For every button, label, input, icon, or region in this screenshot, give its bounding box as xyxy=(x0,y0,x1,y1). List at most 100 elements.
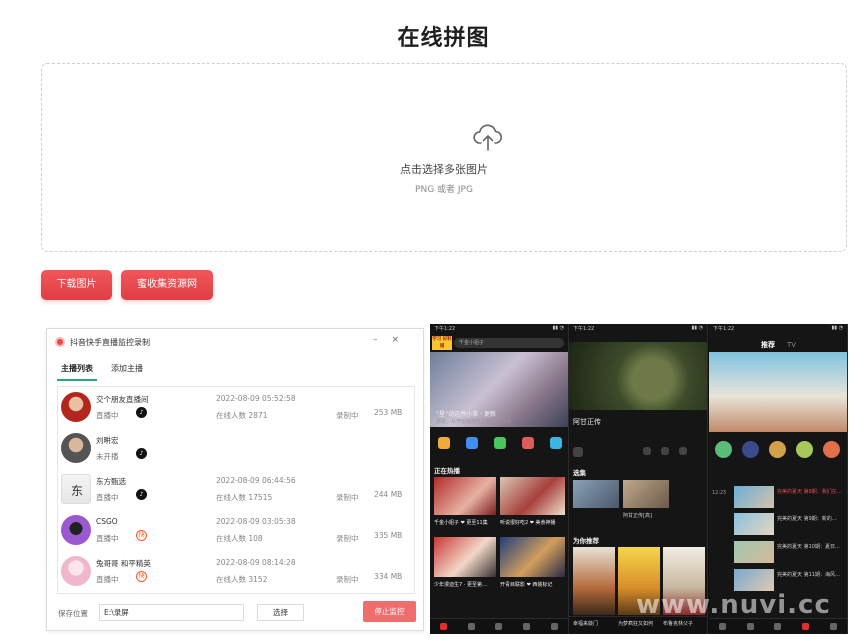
streamer-status: 直播中 xyxy=(96,534,119,543)
video-thumb xyxy=(500,537,565,577)
app-logo-icon xyxy=(55,337,65,347)
file-size: 244 MB xyxy=(374,490,403,499)
status-bar: 下午1:22 ▮▮ ◔ xyxy=(713,325,843,332)
avatar xyxy=(61,392,91,422)
streamer-name: 东方甄选 xyxy=(96,477,126,486)
save-location-label: 保存位置 xyxy=(58,609,88,618)
poster-title: 为梦疯狂又如何 xyxy=(618,621,654,627)
tab-streamer-list: 主播列表 xyxy=(57,361,97,381)
window-controls: –× xyxy=(373,335,413,345)
streamer-name: 交个朋友直播间 xyxy=(96,395,149,404)
record-status: 录制中 xyxy=(336,493,359,502)
section-title: 为你推荐 xyxy=(573,537,599,545)
dropzone-hint-text: PNG 或者 JPG xyxy=(415,185,473,195)
episode-thumb xyxy=(623,480,669,508)
douyin-icon: ♪ xyxy=(136,407,147,418)
section-title: 正在热播 xyxy=(434,467,460,475)
avatar xyxy=(61,556,91,586)
dropzone-main-text: 点击选择多张图片 xyxy=(400,163,488,176)
streamer-status: 直播中 xyxy=(96,493,119,502)
video-title: 阿甘正传 xyxy=(573,418,601,426)
close-icon: × xyxy=(391,335,413,345)
svg-text:东: 东 xyxy=(71,484,83,498)
window-footer: 保存位置 E:\录屏 选择 停止监控 xyxy=(57,601,417,623)
episode-title: 完美的夏天 第10期：夏日… xyxy=(777,544,840,550)
viewer-count: 在线人数 2871 xyxy=(216,411,268,420)
douyin-icon: ♪ xyxy=(136,448,147,459)
video-thumb xyxy=(434,477,496,515)
banner-subline: 源泉，从开始就散开之前晚一节课 xyxy=(436,419,512,425)
avatar: 东 xyxy=(61,474,91,504)
video-title: 听说很好吃2 ❤ 美食神播 xyxy=(500,520,556,526)
list-item: 交个朋友直播间 直播中 ♪ 2022-08-09 05:52:58 在线人数 2… xyxy=(58,387,414,428)
page-title: 在线拼图 xyxy=(397,26,490,51)
episode-title: 完美的夏天 第11期：海风… xyxy=(777,572,840,578)
kuaishou-icon: 快 xyxy=(136,571,147,582)
video-title: 开青目联影 ❤ 西装标记 xyxy=(500,582,553,588)
viewer-count: 在线人数 108 xyxy=(216,534,263,543)
stop-monitor-button: 停止监控 xyxy=(363,601,416,622)
image-upload-dropzone[interactable]: 点击选择多张图片 PNG 或者 JPG xyxy=(41,63,847,252)
viewer-count: 在线人数 3152 xyxy=(216,575,268,584)
streamer-status: 直播中 xyxy=(96,575,119,584)
download-image-button[interactable]: 下载图片 xyxy=(41,270,112,300)
poster-title: 布鲁克林父子 xyxy=(663,621,694,627)
list-item: 兔哥哥 和平精英 直播中 快 2022-08-09 08:14:28 在线人数 … xyxy=(58,551,414,592)
movie-poster xyxy=(573,547,615,615)
record-status: 录制中 xyxy=(336,534,359,543)
status-bar: 下午1:22 ▮▮ ◔ xyxy=(434,325,564,332)
search-bar: 千金小姐子 xyxy=(454,338,564,348)
list-item: 刘畊宏 未开播 ♪ xyxy=(58,428,414,469)
phone-screen-detail: 下午1:22 ▮▮ ◔ 阿甘正传 选集 阿甘正传[高] 为你推荐 幸福来敲门 为梦… xyxy=(569,324,708,634)
record-status: 录制中 xyxy=(336,575,359,584)
record-status: 录制中 xyxy=(336,411,359,420)
window-title: 抖音快手直播监控录制 xyxy=(70,337,150,347)
window-tabs: 主播列表 添加主播 xyxy=(57,361,157,381)
start-time: 2022-08-09 03:05:38 xyxy=(216,517,296,526)
episode-title: 完美的夏天 第8期：我们在… xyxy=(777,489,842,495)
episode-thumb xyxy=(573,480,619,508)
bottom-tabbar xyxy=(709,618,847,634)
promo-badge: 学习 好料铺 xyxy=(432,336,452,350)
book-logo-icon: 东 xyxy=(71,484,83,498)
file-size: 334 MB xyxy=(374,572,403,581)
window-titlebar: 抖音快手直播监控录制 xyxy=(47,329,423,355)
video-player xyxy=(569,342,707,410)
browse-button: 选择 xyxy=(257,604,304,621)
streamer-name: CSGO xyxy=(96,517,118,526)
watermark-text: www.nuvi.cc xyxy=(636,590,831,620)
streamer-status: 未开播 xyxy=(96,452,119,461)
video-title: 千金小姐子 ❤ 更至11集 xyxy=(434,520,488,526)
show-banner xyxy=(709,352,847,432)
episode-item: 完美的夏天 第10期：夏日… xyxy=(734,541,846,563)
section-title: 选集 xyxy=(573,469,586,477)
phone-screen-tv: 下午1:22 ▮▮ ◔ 推荐 TV 12:25 完美的夏天 第8期：我们在… 完美的… xyxy=(709,324,848,634)
streamer-list: 交个朋友直播间 直播中 ♪ 2022-08-09 05:52:58 在线人数 2… xyxy=(57,386,415,594)
video-thumb xyxy=(434,537,496,577)
file-size: 253 MB xyxy=(374,408,403,417)
list-item: 东 东方甄选 直播中 ♪ 2022-08-09 06:44:56 在线人数 17… xyxy=(58,469,414,510)
phone-screens-preview: 下午1:22 ▮▮ ◔ 学习 好料铺 千金小姐子 “星”动这件小事 · 更新 源泉… xyxy=(430,324,848,634)
recorder-window-preview: 抖音快手直播监控录制 –× 主播列表 添加主播 交个朋友直播间 直播中 ♪ 20… xyxy=(46,328,424,631)
tab-tv: TV xyxy=(787,341,797,349)
poster-title: 幸福来敲门 xyxy=(573,621,599,627)
tab-add-streamer: 添加主播 xyxy=(111,364,143,373)
status-bar: 下午1:22 ▮▮ ◔ xyxy=(573,325,703,332)
category-icons xyxy=(438,437,568,449)
streamer-name: 兔哥哥 和平精英 xyxy=(96,559,151,568)
episode-label: 阿甘正传[高] xyxy=(623,513,652,519)
cloud-upload-icon xyxy=(473,124,503,151)
start-time: 2022-08-09 08:14:28 xyxy=(216,558,296,567)
phone-screen-home: 下午1:22 ▮▮ ◔ 学习 好料铺 千金小姐子 “星”动这件小事 · 更新 源泉… xyxy=(430,324,569,634)
episode-title: 完美的夏天 第9期：新的… xyxy=(777,516,837,522)
video-title: 少年漫迪生7 · 更至第… xyxy=(434,582,487,588)
collect-resource-button[interactable]: 蜜收集资源网 xyxy=(121,270,213,300)
top-tabs: 推荐 TV xyxy=(761,340,808,350)
avatar xyxy=(61,433,91,463)
banner-headline: “星”动这件小事 · 更新 xyxy=(436,411,496,418)
streamer-status: 直播中 xyxy=(96,411,119,420)
episode-item: 完美的夏天 第9期：新的… xyxy=(734,513,846,535)
viewer-count: 在线人数 17515 xyxy=(216,493,273,502)
minimize-icon: – xyxy=(372,335,392,345)
start-time: 2022-08-09 05:52:58 xyxy=(216,394,296,403)
